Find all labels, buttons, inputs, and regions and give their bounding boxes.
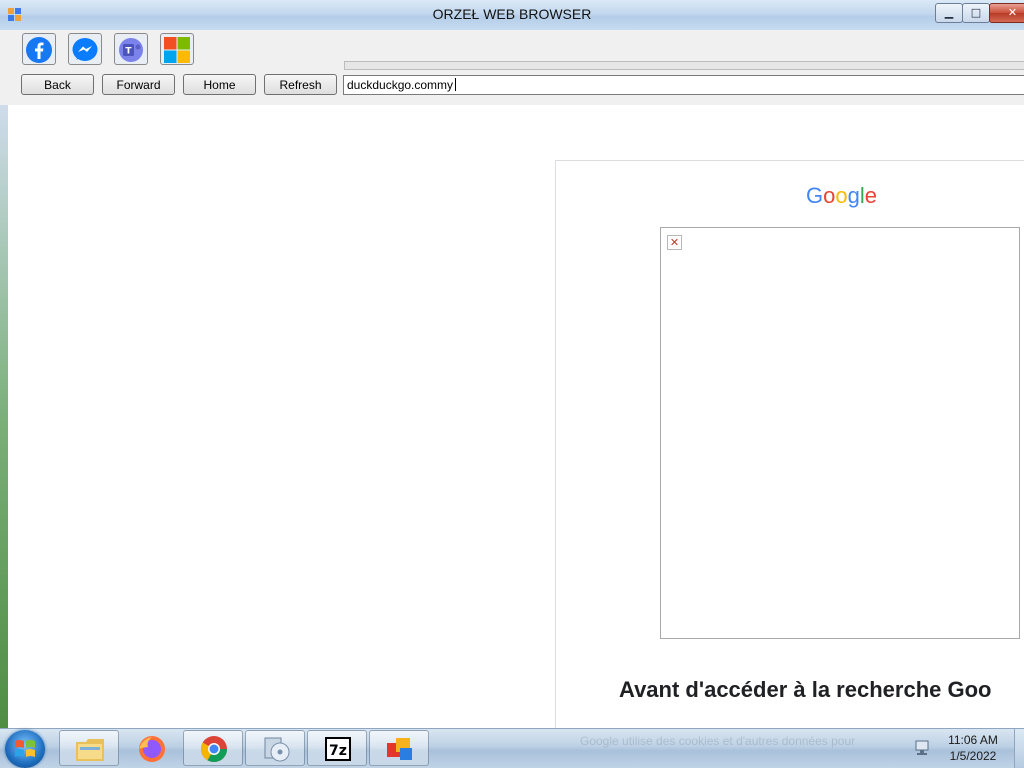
address-bar[interactable]: duckduckgo.commy <box>343 75 1024 95</box>
microsoft-icon <box>164 37 190 63</box>
taskbar-7zip[interactable]: 7z <box>307 730 367 766</box>
home-button[interactable]: Home <box>183 74 256 95</box>
taskbar-orzel-browser[interactable] <box>369 730 429 766</box>
teams-icon: T <box>119 38 143 62</box>
svg-text:T: T <box>125 47 132 57</box>
windows-logo-icon <box>15 740 35 757</box>
forward-button[interactable]: Forward <box>102 74 175 95</box>
embedded-frame: ✕ <box>660 227 1020 639</box>
messenger-icon <box>72 38 98 61</box>
taskbar-file-explorer[interactable] <box>59 730 119 766</box>
facebook-icon <box>26 37 52 63</box>
chrome-icon <box>200 736 228 763</box>
consent-heading: Avant d'accéder à la recherche Goo <box>619 677 992 702</box>
google-logo-letter: o <box>835 183 848 208</box>
network-tray-icon[interactable] <box>914 740 932 756</box>
svg-text:7z: 7z <box>329 743 347 759</box>
teams-shortcut-button[interactable]: T <box>114 33 148 65</box>
taskbar-chrome[interactable] <box>183 730 243 766</box>
disc-utility-icon <box>264 737 290 762</box>
7zip-icon: 7z <box>325 737 351 761</box>
facebook-shortcut-button[interactable] <box>22 33 56 65</box>
refresh-button[interactable]: Refresh <box>264 74 337 95</box>
microsoft-shortcut-button[interactable] <box>160 33 194 65</box>
google-logo-letter: e <box>864 183 878 208</box>
loading-progress-bar <box>344 61 1024 70</box>
text-caret <box>455 78 457 91</box>
title-bar[interactable]: ORZEŁ WEB BROWSER ▁ □ ✕ <box>0 0 1024 30</box>
firefox-icon <box>139 736 165 762</box>
web-content-area[interactable]: Google ✕ Avant d'accéder à la recherche … <box>8 105 1024 728</box>
back-button[interactable]: Back <box>21 74 94 95</box>
google-consent-card: Google ✕ Avant d'accéder à la recherche … <box>555 160 1024 728</box>
taskbar: 7z Google utilise des cookies et d'autre… <box>0 728 1024 768</box>
start-button[interactable] <box>5 730 45 768</box>
clock-date: 1/5/2022 <box>949 749 997 763</box>
clock-time: 11:06 AM <box>948 733 998 747</box>
system-clock[interactable]: 11:06 AM 1/5/2022 <box>940 732 1006 764</box>
minimize-button[interactable]: ▁ <box>935 3 963 23</box>
file-explorer-icon <box>76 739 104 761</box>
close-button[interactable]: ✕ <box>989 3 1024 23</box>
broken-image-icon: ✕ <box>667 235 682 250</box>
messenger-shortcut-button[interactable] <box>68 33 102 65</box>
desktop-background-strip <box>0 105 8 728</box>
google-logo-letter: g <box>847 183 860 208</box>
address-text: duckduckgo.commy <box>347 78 454 92</box>
google-logo: Google <box>806 183 877 209</box>
taskbar-firefox[interactable] <box>121 730 181 766</box>
google-logo-letter: o <box>823 183 836 208</box>
google-logo-letter: G <box>806 183 824 208</box>
show-desktop-button[interactable] <box>1014 729 1024 768</box>
orzel-browser-icon <box>387 738 412 760</box>
maximize-button[interactable]: □ <box>962 3 990 23</box>
browser-toolbar: T Back Forward Home Refresh duckduckgo.c… <box>0 30 1024 104</box>
faded-background-text: Google utilise des cookies et d'autres d… <box>580 734 856 748</box>
window-title: ORZEŁ WEB BROWSER <box>432 6 592 22</box>
taskbar-disc-utility[interactable] <box>245 730 305 766</box>
